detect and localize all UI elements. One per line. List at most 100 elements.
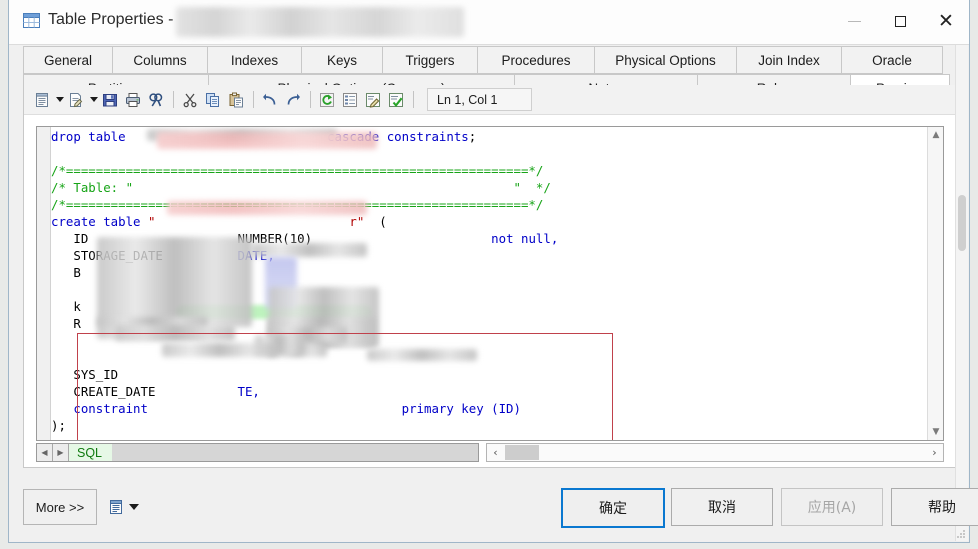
tab-triggers[interactable]: Triggers <box>382 46 478 74</box>
toolbar-separator <box>173 91 174 108</box>
button-label: 确定 <box>599 501 627 517</box>
undo-icon[interactable] <box>259 89 281 111</box>
code-token: not null, <box>491 231 559 246</box>
new-document-dropdown-caret[interactable] <box>88 89 99 111</box>
save-icon[interactable] <box>99 89 121 111</box>
hscroll-left-button[interactable]: ‹ <box>487 444 504 461</box>
hscroll-thumb[interactable] <box>505 445 539 460</box>
tab-join-index[interactable]: Join Index <box>736 46 842 74</box>
tabstrip-next-button[interactable]: ▶ <box>53 444 69 461</box>
redaction-blob <box>167 201 367 215</box>
copy-icon[interactable] <box>202 89 224 111</box>
new-document-icon[interactable] <box>65 89 87 111</box>
code-token: ( <box>364 214 387 229</box>
tab-general[interactable]: General <box>23 46 113 74</box>
toolbar-separator <box>253 91 254 108</box>
tab-row-primary: General Columns Indexes Keys Triggers Procedu… <box>23 46 943 74</box>
tab-columns[interactable]: Columns <box>112 46 208 74</box>
tab-procedures[interactable]: Procedures <box>477 46 595 74</box>
redaction-blob <box>115 325 235 341</box>
code-token: " r" <box>147 214 365 229</box>
window-vertical-scrollbar[interactable] <box>955 45 968 541</box>
tab-oracle[interactable]: Oracle <box>841 46 943 74</box>
tab-label: Oracle <box>872 52 912 68</box>
print-icon[interactable] <box>122 89 144 111</box>
list-properties-icon[interactable] <box>339 89 361 111</box>
script-icon[interactable] <box>107 498 125 516</box>
cut-icon[interactable] <box>179 89 201 111</box>
apply-button: 应用(A) <box>781 488 883 526</box>
code-token: ; <box>468 129 477 144</box>
script-dropdown-caret[interactable] <box>129 504 139 510</box>
redaction-blob <box>162 343 277 357</box>
more-button[interactable]: More >> <box>23 489 97 525</box>
redacted-table-name <box>176 7 464 37</box>
table-properties-window: Table Properties - ✕ General Columns Index… <box>8 0 978 543</box>
code-line: constraint primary key (ID) <box>51 400 927 417</box>
scroll-down-button[interactable]: ▼ <box>928 424 943 440</box>
code-line: CREATE_DATE TE, <box>51 383 927 400</box>
tab-keys[interactable]: Keys <box>301 46 383 74</box>
ok-button[interactable]: 确定 <box>561 488 665 528</box>
window-scroll-thumb[interactable] <box>958 195 966 251</box>
sql-tab[interactable]: SQL <box>69 444 113 461</box>
edit-script-icon[interactable] <box>362 89 384 111</box>
sql-tabstrip: ◀ ▶ SQL <box>36 443 479 462</box>
dialog-footer: More >> 确定 取消 应用(A) 帮助 <box>23 484 978 532</box>
tab-label: Indexes <box>230 52 279 68</box>
tab-label: Columns <box>133 52 187 68</box>
horizontal-scrollbar[interactable]: ‹ › <box>486 443 944 462</box>
code-token: create table <box>51 214 148 229</box>
refresh-icon[interactable] <box>316 89 338 111</box>
redo-icon[interactable] <box>282 89 304 111</box>
tab-label: Join Index <box>758 52 820 68</box>
tabstrip-prev-button[interactable]: ◀ <box>37 444 53 461</box>
redaction-blob <box>97 237 252 327</box>
sql-preview-editor[interactable]: drop table cascade constraints; /*======… <box>36 126 944 441</box>
code-token: /*======================================… <box>51 163 544 178</box>
window-titlebar: Table Properties - ✕ <box>9 0 969 45</box>
code-token: ); <box>51 418 66 433</box>
code-line: /* Table: " " */ <box>51 179 927 196</box>
tab-label: Keys <box>326 52 357 68</box>
find-icon[interactable] <box>145 89 167 111</box>
code-token: TE, <box>237 384 260 399</box>
close-icon: ✕ <box>938 10 954 32</box>
report-icon[interactable] <box>31 89 53 111</box>
maximize-icon <box>894 16 906 27</box>
code-token: constraint <box>51 401 156 416</box>
button-label: 应用(A) <box>807 500 857 516</box>
redaction-blob <box>367 349 477 361</box>
line-column-indicator: Ln 1, Col 1 <box>427 88 532 111</box>
minimize-button[interactable] <box>831 0 877 43</box>
editor-gutter <box>37 127 51 440</box>
toolbar-separator <box>310 91 311 108</box>
paste-icon[interactable] <box>225 89 247 111</box>
tab-physical-options[interactable]: Physical Options <box>594 46 737 74</box>
tab-label: Procedures <box>501 52 571 68</box>
help-button[interactable]: 帮助 <box>891 488 978 526</box>
tab-label: Physical Options <box>615 52 716 68</box>
report-dropdown-caret[interactable] <box>54 89 65 111</box>
hscroll-right-button[interactable]: › <box>926 444 943 461</box>
editor-toolbar: Ln 1, Col 1 <box>24 85 956 115</box>
redaction-blob <box>252 243 367 257</box>
code-token: primary key (ID) <box>401 401 521 416</box>
cancel-button[interactable]: 取消 <box>671 488 773 526</box>
editor-vertical-scrollbar[interactable]: ▲ ▼ <box>927 127 943 440</box>
tab-label: General <box>43 52 93 68</box>
minimize-icon <box>847 21 861 22</box>
code-line: /*======================================… <box>51 162 927 179</box>
close-button[interactable]: ✕ <box>923 0 969 43</box>
toolbar-separator <box>413 91 414 108</box>
tab-indexes[interactable]: Indexes <box>207 46 302 74</box>
validate-script-icon[interactable] <box>385 89 407 111</box>
code-token: drop table <box>51 129 134 144</box>
button-label: 取消 <box>708 500 736 516</box>
table-icon <box>23 13 40 28</box>
maximize-button[interactable] <box>877 0 923 43</box>
resize-grip[interactable] <box>954 527 966 539</box>
scroll-up-button[interactable]: ▲ <box>928 127 943 143</box>
code-token: /* Table: " " */ <box>51 180 551 195</box>
